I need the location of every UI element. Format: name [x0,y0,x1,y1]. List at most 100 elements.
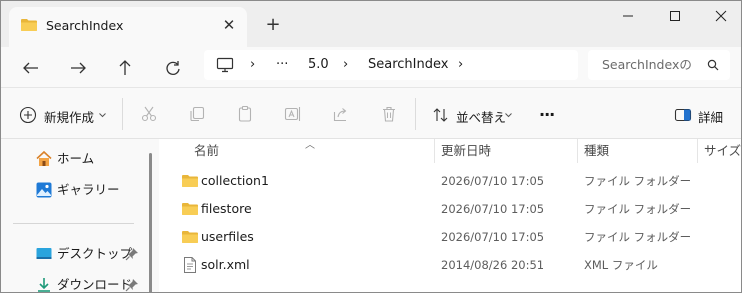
back-button[interactable] [18,55,44,81]
chevron-right-icon: › [250,57,256,72]
details-pane-button[interactable]: 詳細 [674,102,732,128]
arrow-left-icon [23,62,38,74]
search-input[interactable]: SearchIndexの [588,50,730,80]
title-bar: SearchIndex ✕ + [1,1,741,47]
file-type: XML ファイル [584,258,658,272]
more-options-button[interactable]: ··· [539,105,555,124]
file-row-collection1[interactable]: collection1 2026/07/10 17:05 ファイル フォルダー [173,167,733,195]
paste-icon[interactable] [236,105,254,123]
arrow-right-icon [71,62,86,74]
file-list: ︿ 名前 更新日時 種類 サイズ collection1 2026/07/10 … [159,139,741,292]
file-type: ファイル フォルダー [584,174,692,188]
column-header-size[interactable]: サイズ [704,139,741,163]
column-header-modified[interactable]: 更新日時 [441,139,491,163]
rename-icon[interactable] [284,105,302,123]
refresh-button[interactable] [160,55,186,81]
copy-icon[interactable] [188,105,206,123]
column-header-type[interactable]: 種類 [584,139,609,163]
tab-close-icon[interactable]: ✕ [220,16,238,34]
download-icon [38,278,50,292]
pin-icon[interactable] [125,247,139,261]
up-button[interactable] [112,55,138,81]
file-name: userfiles [201,229,254,244]
new-tab-button[interactable]: + [263,15,283,35]
toolbar-divider [122,98,123,130]
sidebar-item-desktop[interactable]: デスクトップ [1,240,151,268]
file-modified: 2014/08/26 20:51 [441,258,545,272]
new-button-label: 新規作成 [44,110,95,125]
navigation-pane: ホーム ギャラリー デスクトップ ダウンロード [1,139,159,292]
maximize-button[interactable] [652,1,698,31]
column-divider[interactable] [434,139,435,163]
share-icon[interactable] [332,105,350,123]
search-placeholder: SearchIndexの [602,57,692,72]
home-icon [36,150,52,166]
plus-circle-icon [19,106,37,124]
file-type: ファイル フォルダー [584,202,692,216]
file-modified: 2026/07/10 17:05 [441,174,545,188]
forward-button[interactable] [65,55,91,81]
minimize-button[interactable] [605,1,651,31]
sidebar-item-label: ホーム [57,151,95,166]
cut-icon[interactable] [140,105,158,123]
file-row-solr-xml[interactable]: solr.xml 2014/08/26 20:51 XML ファイル [173,251,733,279]
search-icon[interactable] [707,59,719,71]
file-icon [184,257,196,273]
folder-icon [182,231,198,243]
sidebar-item-label: デスクトップ [57,246,133,261]
sidebar-scrollbar[interactable] [149,153,152,292]
file-name: solr.xml [201,257,250,272]
close-button[interactable] [698,1,741,31]
sidebar-item-label: ダウンロード [57,277,133,292]
breadcrumb-more[interactable]: ··· [276,50,288,80]
column-header-name[interactable]: 名前 [194,139,219,163]
details-pane-icon [674,108,692,122]
sidebar-item-label: ギャラリー [57,182,120,197]
chevron-down-icon [505,113,512,118]
file-type: ファイル フォルダー [584,230,692,244]
sort-icon [433,108,448,122]
desktop-icon [36,248,52,259]
address-bar[interactable]: › ··· 5.0 › SearchIndex › [204,50,578,80]
file-explorer-window: SearchIndex ✕ + › ··· 5.0 › SearchIndex … [0,0,742,293]
sidebar-divider [13,223,134,224]
sort-ascending-icon: ︿ [305,140,315,151]
file-row-userfiles[interactable]: userfiles 2026/07/10 17:05 ファイル フォルダー [173,223,733,251]
tab-title: SearchIndex [46,18,124,33]
trash-icon[interactable] [380,105,398,123]
gallery-icon [36,182,52,198]
sidebar-item-home[interactable]: ホーム [1,145,151,173]
chevron-down-icon [99,113,106,118]
column-divider[interactable] [577,139,578,163]
file-name: filestore [201,201,252,216]
pin-icon[interactable] [125,278,139,292]
breadcrumb-item-5-0[interactable]: 5.0 [308,50,329,80]
folder-icon [21,19,37,31]
folder-icon [182,175,198,187]
sort-button-label: 並べ替え [456,110,507,125]
maximize-icon [670,11,680,21]
chevron-right-icon: › [343,57,349,72]
breadcrumb-item-searchindex[interactable]: SearchIndex [368,50,448,80]
file-row-filestore[interactable]: filestore 2026/07/10 17:05 ファイル フォルダー [173,195,733,223]
toolbar-divider [415,98,416,130]
chevron-right-icon[interactable]: › [458,50,463,80]
new-button[interactable]: 新規作成 [19,102,111,128]
sidebar-item-downloads[interactable]: ダウンロード [1,271,151,292]
file-name: collection1 [201,173,269,188]
address-row: › ··· 5.0 › SearchIndex › SearchIndexの [1,47,741,87]
tab-searchindex[interactable]: SearchIndex ✕ [9,7,247,47]
arrow-up-icon [119,60,131,75]
command-bar: 新規作成 並べ替え ··· 詳細 [1,87,741,139]
column-divider[interactable] [697,139,698,163]
folder-icon [182,203,198,215]
file-modified: 2026/07/10 17:05 [441,202,545,216]
sidebar-item-gallery[interactable]: ギャラリー [1,176,151,204]
computer-icon [216,57,234,73]
file-modified: 2026/07/10 17:05 [441,230,545,244]
minimize-icon [623,15,633,17]
close-icon [715,10,727,22]
refresh-icon [166,61,180,75]
details-pane-label: 詳細 [698,110,724,125]
sort-button[interactable]: 並べ替え [432,102,514,128]
